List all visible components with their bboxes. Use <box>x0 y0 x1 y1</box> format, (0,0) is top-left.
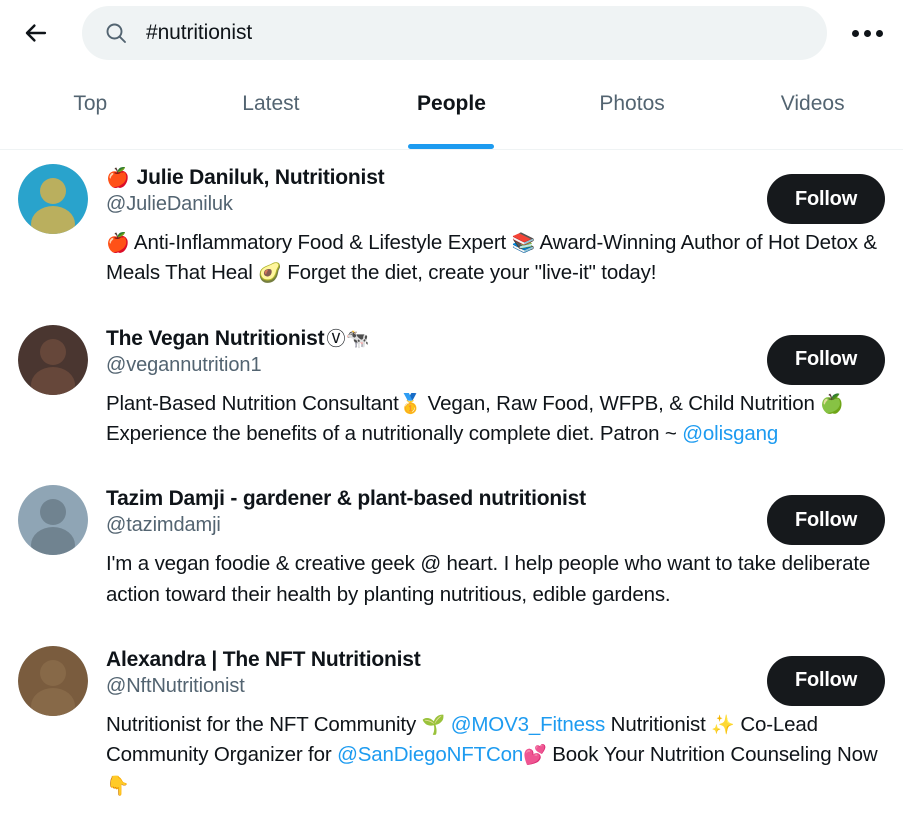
more-options-button[interactable] <box>845 11 889 55</box>
bio-emoji: 🥑 <box>258 263 282 285</box>
person-result[interactable]: Tazim Damji - gardener & plant-based nut… <box>0 471 903 563</box>
person-name-row: The Vegan Nutritionist Ⓥ🐄 <box>106 327 753 351</box>
more-horizontal-icon <box>851 29 883 37</box>
person-handle[interactable]: @tazimdamji <box>106 514 753 537</box>
follow-button[interactable]: Follow <box>767 655 885 706</box>
name-prefix-emoji: 🍎 <box>106 168 130 189</box>
person-name-row: Alexandra | The NFT Nutritionist <box>106 648 753 672</box>
active-tab-indicator <box>408 144 495 149</box>
people-results-list: 🍎 Julie Daniluk, Nutritionist @JulieDanilu… <box>0 150 903 823</box>
row-spacer <box>0 610 903 632</box>
person-info: The Vegan Nutritionist Ⓥ🐄 @vegannutrition1 <box>106 325 753 395</box>
search-icon <box>102 19 130 47</box>
tab-videos[interactable]: Videos <box>722 66 903 149</box>
bio-mention-link[interactable]: @SanDiegoNFTCon <box>337 743 523 766</box>
avatar-julie-daniluk[interactable] <box>18 164 88 234</box>
back-button[interactable] <box>12 9 60 57</box>
tab-label: Videos <box>780 92 845 115</box>
person-handle[interactable]: @NftNutritionist <box>106 675 753 698</box>
arrow-left-icon <box>23 20 49 46</box>
person-display-name[interactable]: Julie Daniluk, Nutritionist <box>137 166 385 190</box>
tab-latest[interactable]: Latest <box>181 66 362 149</box>
row-spacer <box>0 449 903 471</box>
tab-label: Top <box>73 92 108 115</box>
person-handle[interactable]: @JulieDaniluk <box>106 193 753 216</box>
avatar-vegan-nutritionist[interactable] <box>18 324 88 395</box>
follow-button[interactable]: Follow <box>767 174 885 224</box>
follow-button[interactable]: Follow <box>767 334 885 385</box>
bio-emoji: 👇 <box>106 775 130 797</box>
bio-mention-link[interactable]: @olisgang <box>682 422 778 445</box>
avatar-tazim-damji[interactable] <box>18 485 88 556</box>
tab-photos[interactable]: Photos <box>542 66 723 149</box>
person-display-name[interactable]: The Vegan Nutritionist <box>106 327 325 351</box>
person-display-name[interactable]: Alexandra | The NFT Nutritionist <box>106 648 421 672</box>
row-spacer <box>0 801 903 823</box>
person-name-row: Tazim Damji - gardener & plant-based nut… <box>106 487 753 511</box>
bio-text: Book Your Nutrition Counseling Now <box>546 743 878 767</box>
person-name-badges: Ⓥ🐄 <box>326 328 370 350</box>
person-display-name[interactable]: Tazim Damji - gardener & plant-based nut… <box>106 487 586 511</box>
bio-text: Experience the benefits of a nutritional… <box>106 421 683 445</box>
search-tabs: Top Latest People Photos Videos <box>0 66 903 150</box>
tab-top[interactable]: Top <box>0 66 181 149</box>
search-input[interactable]: #nutritionist <box>82 6 827 60</box>
person-name-row: 🍎 Julie Daniluk, Nutritionist <box>106 166 753 190</box>
person-info: Alexandra | The NFT Nutritionist @NftNutr… <box>106 646 753 716</box>
tab-label: Latest <box>242 92 300 115</box>
person-handle[interactable]: @vegannutrition1 <box>106 354 753 377</box>
person-result[interactable]: 🍎 Julie Daniluk, Nutritionist @JulieDanilu… <box>0 150 903 242</box>
person-result[interactable]: Alexandra | The NFT Nutritionist @NftNutr… <box>0 632 903 724</box>
person-info: Tazim Damji - gardener & plant-based nut… <box>106 485 753 555</box>
tab-label: People <box>417 92 486 115</box>
person-result[interactable]: The Vegan Nutritionist Ⓥ🐄 @vegannutrition1… <box>0 311 903 403</box>
top-bar: #nutritionist <box>0 0 903 66</box>
avatar-alexandra-nft[interactable] <box>18 645 88 716</box>
tab-people[interactable]: People <box>361 66 542 149</box>
search-query-text: #nutritionist <box>146 21 253 44</box>
follow-button[interactable]: Follow <box>767 495 885 546</box>
row-spacer <box>0 289 903 311</box>
bio-text: Forget the diet, create your "live-it" t… <box>281 261 657 285</box>
tab-label: Photos <box>599 92 665 115</box>
bio-emoji: 💕 <box>523 745 547 767</box>
person-info: 🍎 Julie Daniluk, Nutritionist @JulieDanilu… <box>106 164 753 234</box>
